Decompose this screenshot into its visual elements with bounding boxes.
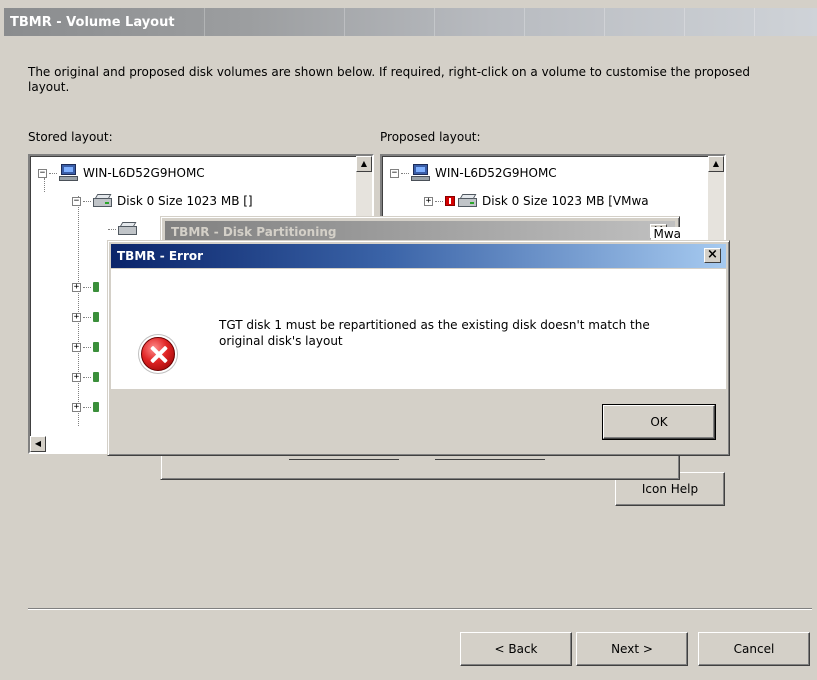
expand-icon[interactable]: + (72, 282, 81, 292)
back-button[interactable]: < Back (460, 632, 572, 666)
stored-partition-node[interactable] (106, 220, 142, 238)
stored-layout-label: Stored layout: (28, 130, 113, 144)
scroll-up-icon[interactable]: ▲ (356, 156, 372, 172)
stored-root-label: WIN-L6D52G9HOMC (83, 166, 205, 180)
window-titlebar: TBMR - Volume Layout (4, 8, 817, 36)
collapse-icon[interactable]: − (390, 168, 399, 178)
proposed-layout-label: Proposed layout: (380, 130, 481, 144)
error-titlebar: TBMR - Error (111, 244, 726, 268)
proposed-disk-node[interactable]: + Disk 0 Size 1023 MB [VMwa (424, 192, 649, 210)
stored-collapsed-node[interactable]: + (72, 368, 99, 386)
volume-icon (93, 282, 99, 292)
disk-icon (458, 194, 478, 208)
next-button[interactable]: Next > (576, 632, 688, 666)
error-dialog: TBMR - Error × TGT disk 1 must be repart… (107, 240, 730, 456)
volume-icon (93, 312, 99, 322)
computer-icon (411, 164, 431, 182)
expand-icon[interactable]: + (72, 372, 81, 382)
red-warning-icon (445, 196, 455, 206)
proposed-root-node[interactable]: − WIN-L6D52G9HOMC (390, 164, 557, 182)
volume-icon (93, 402, 99, 412)
close-icon[interactable]: × (704, 248, 721, 263)
cancel-button[interactable]: Cancel (698, 632, 810, 666)
error-message: TGT disk 1 must be repartitioned as the … (219, 318, 650, 348)
error-icon (141, 337, 175, 371)
volume-icon (93, 342, 99, 352)
expand-icon[interactable]: + (72, 342, 81, 352)
scroll-up-icon[interactable]: ▲ (708, 156, 724, 172)
error-title: TBMR - Error (117, 249, 204, 263)
stored-collapsed-node[interactable]: + (72, 338, 99, 356)
expand-icon[interactable]: + (72, 312, 81, 322)
collapse-icon[interactable]: − (72, 196, 81, 206)
stored-collapsed-node[interactable]: + (72, 278, 99, 296)
divider (28, 608, 812, 610)
partition-icon (118, 222, 138, 236)
disk-partitioning-title: TBMR - Disk Partitioning (171, 225, 337, 239)
computer-icon (59, 164, 79, 182)
disk-icon (93, 194, 113, 208)
intro-text: The original and proposed disk volumes a… (28, 65, 751, 94)
stored-root-node[interactable]: − WIN-L6D52G9HOMC (38, 164, 205, 182)
ok-button[interactable]: OK (603, 405, 715, 439)
error-body: TGT disk 1 must be repartitioned as the … (111, 269, 726, 389)
stored-disk-node[interactable]: − Disk 0 Size 1023 MB [] (72, 192, 253, 210)
stored-collapsed-node[interactable]: + (72, 308, 99, 326)
expand-icon[interactable]: + (72, 402, 81, 412)
collapse-icon[interactable]: − (38, 168, 47, 178)
volume-icon (93, 372, 99, 382)
proposed-disk-label: Disk 0 Size 1023 MB [VMwa (482, 194, 649, 208)
stored-collapsed-node[interactable]: + (72, 398, 99, 416)
scroll-left-icon[interactable]: ◀ (30, 436, 46, 452)
proposed-root-label: WIN-L6D52G9HOMC (435, 166, 557, 180)
expand-icon[interactable]: + (424, 196, 433, 206)
partition-peek-text: Mwa (651, 227, 683, 241)
stored-disk-label: Disk 0 Size 1023 MB [] (117, 194, 253, 208)
window-title: TBMR - Volume Layout (10, 15, 175, 30)
